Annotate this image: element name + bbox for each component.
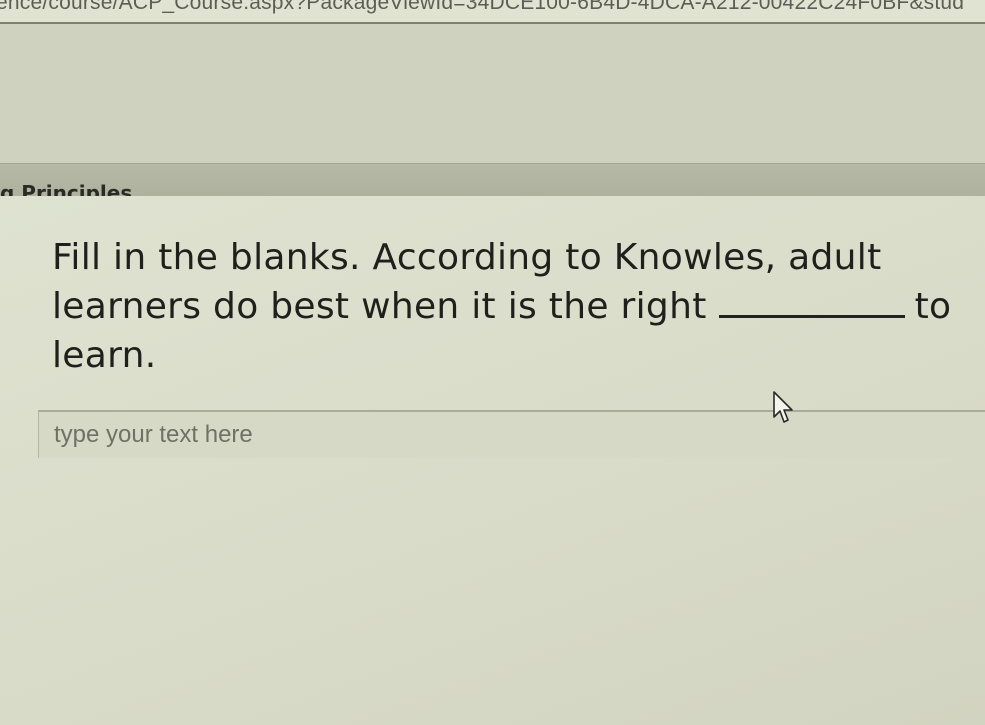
question-line-2: learners do best when it is the right to (52, 282, 985, 331)
screen: ence/course/ACP_Course.aspx?PackageViewI… (0, 0, 985, 725)
answer-box[interactable] (38, 410, 985, 458)
section-header-bar (0, 163, 985, 197)
question-line-1: Fill in the blanks. According to Knowles… (52, 237, 882, 278)
address-bar[interactable]: ence/course/ACP_Course.aspx?PackageViewI… (0, 0, 985, 24)
address-bar-url: ence/course/ACP_Course.aspx?PackageViewI… (0, 0, 965, 14)
answer-input[interactable] (39, 412, 985, 458)
page-top-blank (0, 24, 985, 164)
question-line-3: learn. (52, 335, 157, 376)
question-text: Fill in the blanks. According to Knowles… (52, 233, 985, 380)
question-line-2-after: to (914, 286, 952, 327)
mouse-pointer-icon (773, 391, 793, 423)
question-blank (718, 285, 905, 318)
question-line-2-before: learners do best when it is the right (52, 286, 707, 327)
